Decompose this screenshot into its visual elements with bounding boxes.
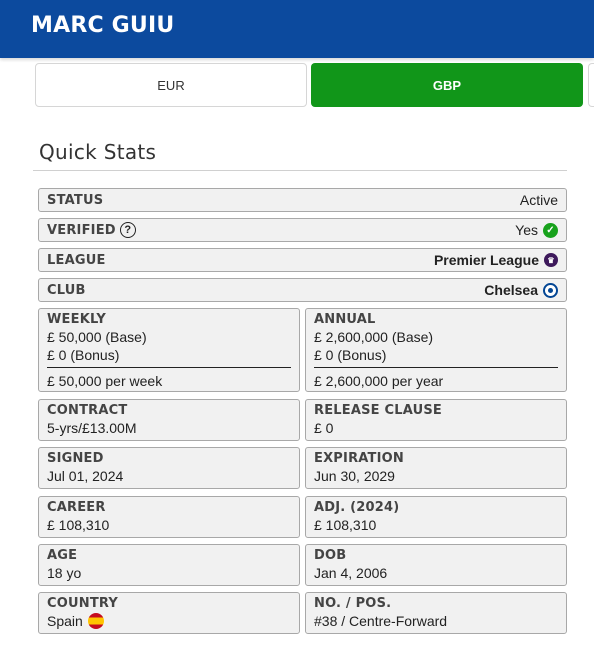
page-header: MARC GUIU	[0, 0, 594, 58]
contract-label: CONTRACT	[47, 403, 128, 418]
release-clause-value: £ 0	[314, 420, 334, 436]
annual-box: ANNUAL £ 2,600,000 (Base) £ 0 (Bonus) £ …	[305, 308, 567, 392]
question-circle-icon[interactable]: ?	[119, 222, 136, 238]
annual-label: ANNUAL	[314, 312, 376, 327]
club-row: CLUB Chelsea	[38, 278, 567, 302]
adjusted-value: £ 108,310	[314, 517, 377, 533]
status-label: STATUS	[47, 192, 104, 208]
verified-label-group: VERIFIED ?	[47, 222, 136, 238]
signed-label: SIGNED	[47, 451, 104, 466]
verified-value: Yes	[515, 222, 538, 238]
section-title: Quick Stats	[39, 140, 157, 164]
country-value: Spain	[47, 613, 83, 629]
weekly-box: WEEKLY £ 50,000 (Base) £ 0 (Bonus) £ 50,…	[38, 308, 300, 392]
spain-flag-icon	[87, 613, 104, 629]
premier-league-logo-icon: ♛	[544, 253, 558, 267]
club-value-group: Chelsea	[484, 282, 558, 298]
verified-row: VERIFIED ? Yes ✓	[38, 218, 567, 242]
career-value: £ 108,310	[47, 517, 110, 533]
weekly-divider	[47, 367, 291, 368]
league-row: LEAGUE Premier League ♛	[38, 248, 567, 272]
annual-divider	[314, 367, 558, 368]
annual-base: £ 2,600,000 (Base)	[314, 329, 434, 345]
verified-value-group: Yes ✓	[515, 222, 558, 238]
annual-total: £ 2,600,000 per year	[314, 373, 444, 389]
country-label: COUNTRY	[47, 596, 119, 611]
club-label: CLUB	[47, 282, 86, 298]
chelsea-crest-icon	[543, 282, 558, 298]
country-box: COUNTRY Spain	[38, 592, 300, 634]
dob-value: Jan 4, 2006	[314, 565, 388, 581]
expiration-box: EXPIRATION Jun 30, 2029	[305, 447, 567, 489]
number-position-label: NO. / POS.	[314, 596, 392, 611]
contract-box: CONTRACT 5-yrs/£13.00M	[38, 399, 300, 441]
weekly-base: £ 50,000 (Base)	[47, 329, 147, 345]
release-clause-box: RELEASE CLAUSE £ 0	[305, 399, 567, 441]
contract-value: 5-yrs/£13.00M	[47, 420, 137, 436]
league-value-group: Premier League ♛	[434, 252, 558, 268]
number-position-box: NO. / POS. #38 / Centre-Forward	[305, 592, 567, 634]
dob-box: DOB Jan 4, 2006	[305, 544, 567, 586]
signed-value: Jul 01, 2024	[47, 468, 124, 484]
status-row: STATUS Active	[38, 188, 567, 212]
release-clause-label: RELEASE CLAUSE	[314, 403, 442, 418]
currency-eur-button[interactable]: EUR	[35, 63, 307, 107]
age-value: 18 yo	[47, 565, 82, 581]
currency-gbp-button[interactable]: GBP	[311, 63, 583, 107]
expiration-value: Jun 30, 2029	[314, 468, 395, 484]
currency-next-button-edge[interactable]	[588, 63, 594, 107]
check-circle-icon: ✓	[543, 222, 558, 238]
league-label: LEAGUE	[47, 252, 106, 268]
annual-bonus: £ 0 (Bonus)	[314, 347, 387, 363]
dob-label: DOB	[314, 548, 347, 563]
weekly-label: WEEKLY	[47, 312, 107, 327]
age-label: AGE	[47, 548, 78, 563]
age-box: AGE 18 yo	[38, 544, 300, 586]
number-position-value: #38 / Centre-Forward	[314, 613, 448, 629]
status-value: Active	[519, 192, 558, 208]
country-value-group: Spain	[47, 612, 291, 630]
league-value[interactable]: Premier League	[434, 252, 539, 268]
club-value[interactable]: Chelsea	[484, 282, 538, 298]
career-label: CAREER	[47, 500, 106, 515]
expiration-label: EXPIRATION	[314, 451, 404, 466]
weekly-bonus: £ 0 (Bonus)	[47, 347, 120, 363]
career-box: CAREER £ 108,310	[38, 496, 300, 538]
verified-label: VERIFIED	[47, 222, 116, 238]
section-divider	[33, 170, 567, 171]
adjusted-label: ADJ. (2024)	[314, 500, 400, 515]
player-name: MARC GUIU	[31, 13, 175, 38]
weekly-total: £ 50,000 per week	[47, 373, 163, 389]
signed-box: SIGNED Jul 01, 2024	[38, 447, 300, 489]
adjusted-box: ADJ. (2024) £ 108,310	[305, 496, 567, 538]
